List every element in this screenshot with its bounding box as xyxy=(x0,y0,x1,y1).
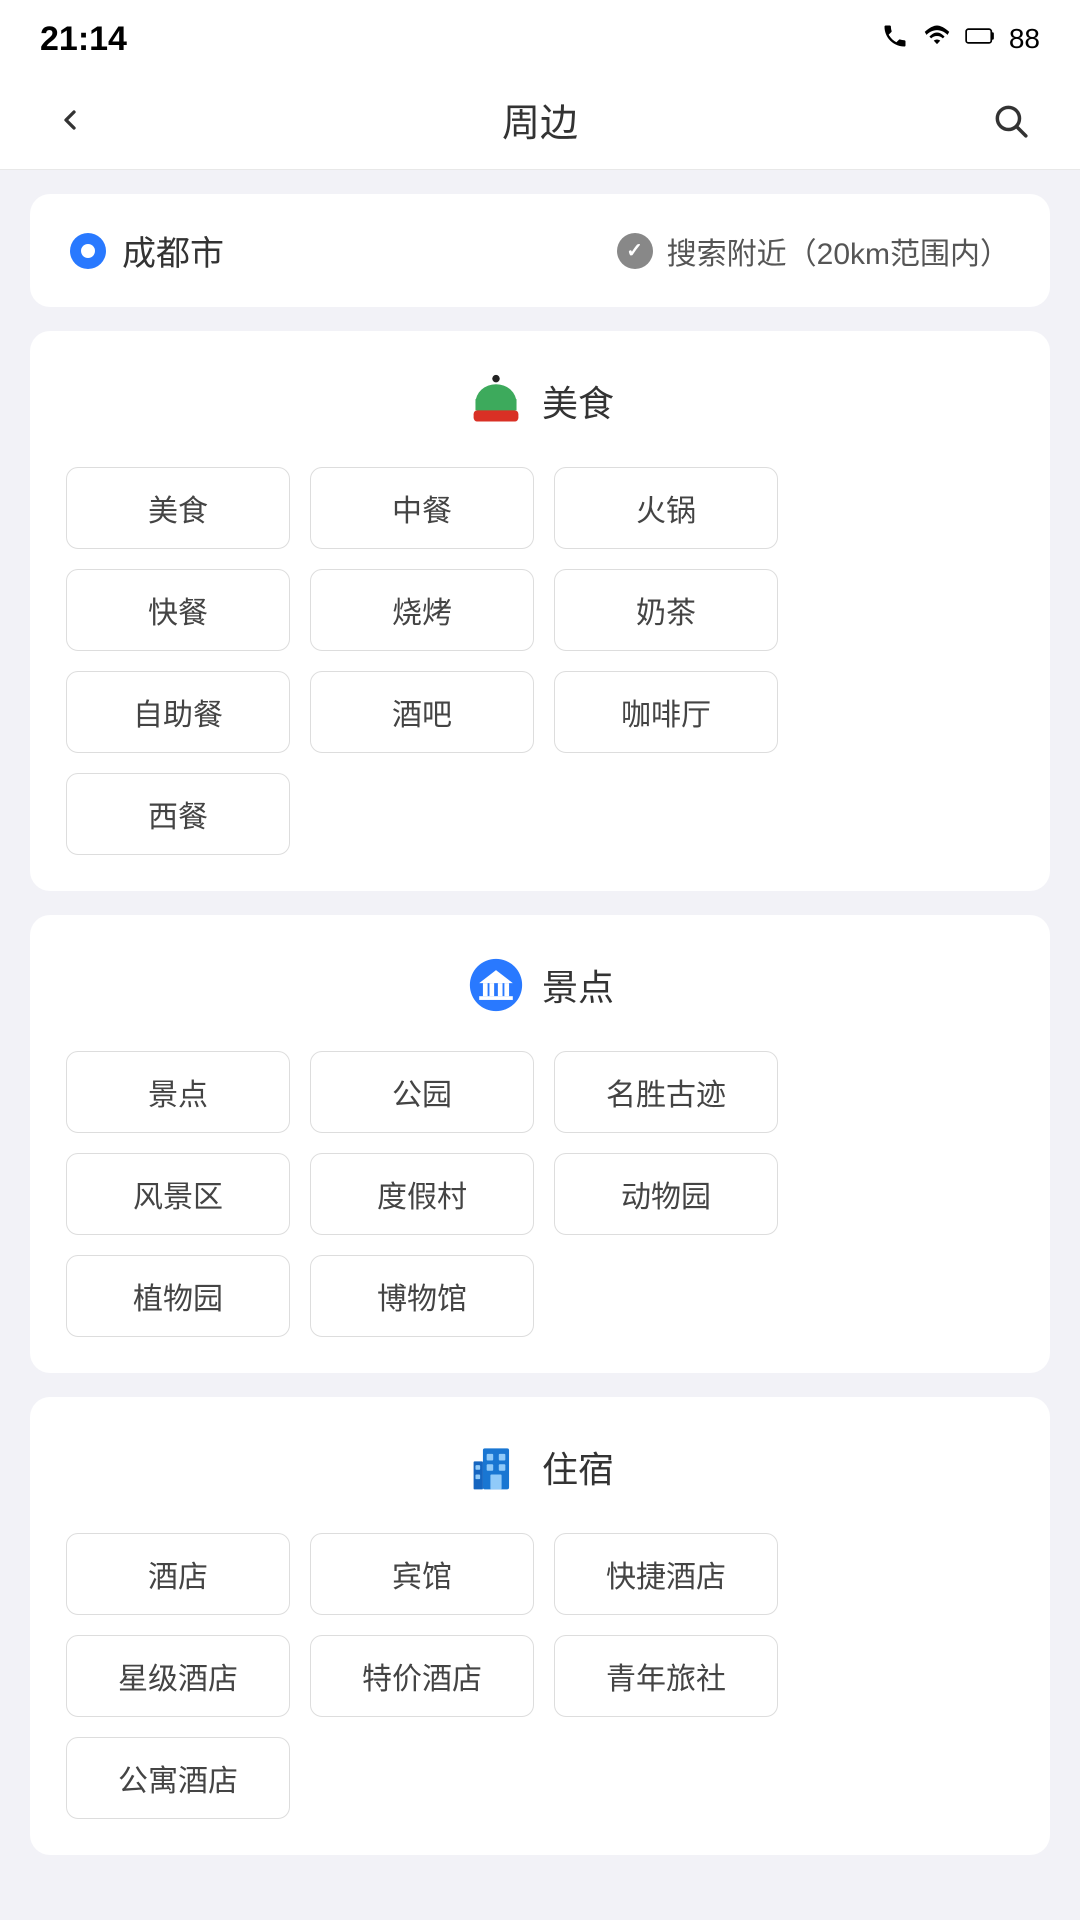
tag-huoguo[interactable]: 火锅 xyxy=(554,467,778,549)
tag-tejia[interactable]: 特价酒店 xyxy=(310,1635,534,1717)
scenic-category-header: 景点 xyxy=(66,955,1014,1015)
status-bar: 21:14 88 xyxy=(0,0,1080,70)
hotel-category-icon xyxy=(466,1437,526,1497)
tag-bowuguan[interactable]: 博物馆 xyxy=(310,1255,534,1337)
scenic-category-card: 景点 景点 公园 名胜古迹 风景区 度假村 动物园 植物园 博物馆 xyxy=(30,915,1050,1373)
food-category-header: 美食 xyxy=(66,371,1014,431)
wifi-icon xyxy=(921,22,953,57)
tag-fengjingqu[interactable]: 风景区 xyxy=(66,1153,290,1235)
tag-meishi[interactable]: 美食 xyxy=(66,467,290,549)
tag-mingsheng[interactable]: 名胜古迹 xyxy=(554,1051,778,1133)
status-icons: 88 xyxy=(881,22,1040,57)
food-category-title: 美食 xyxy=(542,375,614,427)
location-range-text: 搜索附近（20km范围内） xyxy=(667,229,1010,273)
scenic-category-title: 景点 xyxy=(542,959,614,1011)
tag-dujiacun[interactable]: 度假村 xyxy=(310,1153,534,1235)
tag-nacha[interactable]: 奶茶 xyxy=(554,569,778,651)
hotel-category-header: 住宿 xyxy=(66,1437,1014,1497)
tag-qingnian[interactable]: 青年旅社 xyxy=(554,1635,778,1717)
check-circle-icon xyxy=(617,233,653,269)
battery-level: 88 xyxy=(1009,23,1040,55)
tag-zhiwuyuan[interactable]: 植物园 xyxy=(66,1255,290,1337)
tag-gongyuan[interactable]: 公园 xyxy=(310,1051,534,1133)
tag-gongyu[interactable]: 公寓酒店 xyxy=(66,1737,290,1819)
food-tag-grid: 美食 中餐 火锅 快餐 烧烤 奶茶 自助餐 酒吧 咖啡厅 西餐 xyxy=(66,467,1014,855)
scenic-tag-grid: 景点 公园 名胜古迹 风景区 度假村 动物园 植物园 博物馆 xyxy=(66,1051,1014,1337)
tag-dongwuyuan[interactable]: 动物园 xyxy=(554,1153,778,1235)
tag-jiuba[interactable]: 酒吧 xyxy=(310,671,534,753)
phone-icon xyxy=(881,22,909,57)
food-category-card: 美食 美食 中餐 火锅 快餐 烧烤 奶茶 自助餐 酒吧 咖啡厅 西餐 xyxy=(30,331,1050,891)
hotel-category-card: 住宿 酒店 宾馆 快捷酒店 星级酒店 特价酒店 青年旅社 公寓酒店 xyxy=(30,1397,1050,1855)
status-time: 21:14 xyxy=(40,20,127,59)
tag-xingji[interactable]: 星级酒店 xyxy=(66,1635,290,1717)
food-category-icon xyxy=(466,371,526,431)
tag-zhongcan[interactable]: 中餐 xyxy=(310,467,534,549)
scenic-category-icon xyxy=(466,955,526,1015)
back-button[interactable] xyxy=(40,90,100,150)
page-title: 周边 xyxy=(502,92,578,147)
tag-jingdian[interactable]: 景点 xyxy=(66,1051,290,1133)
location-bar[interactable]: 成都市 搜索附近（20km范围内） xyxy=(30,194,1050,307)
hotel-category-title: 住宿 xyxy=(542,1441,614,1493)
battery-icon xyxy=(965,22,997,57)
search-button[interactable] xyxy=(980,90,1040,150)
nav-bar: 周边 xyxy=(0,70,1080,170)
location-left: 成都市 xyxy=(70,226,224,275)
location-city: 成都市 xyxy=(122,226,224,275)
location-right: 搜索附近（20km范围内） xyxy=(617,229,1010,273)
tag-shaokao[interactable]: 烧烤 xyxy=(310,569,534,651)
tag-binguan[interactable]: 宾馆 xyxy=(310,1533,534,1615)
tag-zizhukan[interactable]: 自助餐 xyxy=(66,671,290,753)
hotel-tag-grid: 酒店 宾馆 快捷酒店 星级酒店 特价酒店 青年旅社 公寓酒店 xyxy=(66,1533,1014,1819)
tag-jiudian[interactable]: 酒店 xyxy=(66,1533,290,1615)
tag-kafei[interactable]: 咖啡厅 xyxy=(554,671,778,753)
tag-xican[interactable]: 西餐 xyxy=(66,773,290,855)
tag-kuaijie[interactable]: 快捷酒店 xyxy=(554,1533,778,1615)
location-dot-icon xyxy=(70,233,106,269)
tag-kuaican[interactable]: 快餐 xyxy=(66,569,290,651)
